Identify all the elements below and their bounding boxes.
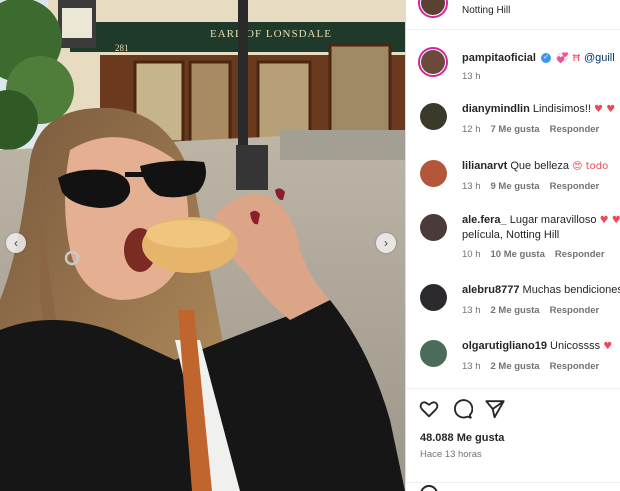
comment-item: alebru8777 Muchas bendiciones 13 h 2 Me g…	[406, 281, 620, 331]
comment-body: Que belleza	[510, 160, 570, 172]
comment-body: Lugar maravilloso	[509, 214, 597, 226]
comment-time: 13 h	[462, 305, 481, 316]
reply-button[interactable]: Responder	[550, 181, 600, 192]
comment-emoji: 😍 todo	[572, 161, 609, 172]
previous-photo-button[interactable]: ‹	[6, 233, 26, 253]
comment-item: dianymindlin Lindisimos!! ♥ ♥ 12 h 7 Me gu…	[406, 100, 620, 150]
comment-likes[interactable]: 10 Me gusta	[491, 249, 545, 260]
comment-username[interactable]: alebru8777	[462, 284, 519, 296]
photo-illustration: 281 EARL OF LONSDALE	[0, 0, 405, 491]
caption-line: pampitaoficial ✓ 💞 Ħ @guill	[462, 52, 615, 64]
comment-likes[interactable]: 9 Me gusta	[491, 181, 540, 192]
comment-likes[interactable]: 2 Me gusta	[491, 305, 540, 316]
action-bar: 48.088 Me gusta Hace 13 horas	[406, 388, 620, 491]
comment-time: 12 h	[462, 124, 481, 135]
comment-item: lilianarvt Que belleza 😍 todo 13 h 9 Me gu…	[406, 157, 620, 207]
commenter-avatar[interactable]	[420, 340, 447, 367]
location-link[interactable]: Notting Hill	[462, 5, 510, 16]
comment-emoji: ♥	[603, 341, 613, 352]
caption-emojis: 💞 Ħ	[556, 53, 581, 64]
commenter-avatar[interactable]	[420, 214, 447, 241]
comment-body: Muchas bendiciones	[522, 284, 620, 296]
pub-sign-number: 281	[115, 43, 129, 53]
comment-body: Lindisimos!!	[532, 103, 591, 115]
comment-meta: 13 h 2 Me gusta Responder	[462, 361, 609, 372]
comment-username[interactable]: ale.fera_	[462, 214, 507, 226]
comment-time: 13 h	[462, 361, 481, 372]
comment-meta: 13 h 9 Me gusta Responder	[462, 181, 609, 192]
comment-item: olgarutigliano19 Únicossss ♥ 13 h 2 Me gus…	[406, 337, 620, 387]
next-photo-button[interactable]: ›	[376, 233, 396, 253]
comment-username[interactable]: dianymindlin	[462, 103, 530, 115]
post-header: Notting Hill	[406, 0, 620, 30]
reply-button[interactable]: Responder	[550, 124, 600, 135]
comment-text: olgarutigliano19 Únicossss ♥	[462, 340, 620, 352]
comment-text: dianymindlin Lindisimos!! ♥ ♥	[462, 103, 620, 115]
heart-outline-icon[interactable]	[418, 398, 440, 420]
comment-meta: 12 h 7 Me gusta Responder	[462, 124, 609, 135]
comment-username[interactable]: lilianarvt	[462, 160, 507, 172]
reply-button[interactable]: Responder	[555, 249, 605, 260]
comment-time: 10 h	[462, 249, 481, 260]
caption-time: 13 h	[462, 71, 481, 82]
comment-text-continued: película, Notting Hill	[462, 229, 560, 241]
comment-emoji: ♥ ♥	[599, 215, 620, 226]
comment-bubble-icon[interactable]	[451, 398, 473, 420]
comment-text: alebru8777 Muchas bendiciones	[462, 284, 620, 296]
caption-username[interactable]: pampitaoficial	[462, 52, 536, 64]
author-avatar[interactable]	[418, 0, 448, 18]
caption-mention[interactable]: @guill	[584, 52, 615, 64]
posted-ago: Hace 13 horas	[420, 449, 482, 460]
paper-plane-icon[interactable]	[484, 398, 506, 420]
reply-button[interactable]: Responder	[550, 361, 600, 372]
comment-likes[interactable]: 2 Me gusta	[491, 361, 540, 372]
comment-emoji: ♥ ♥	[594, 104, 616, 115]
likes-count[interactable]: 48.088 Me gusta	[420, 432, 504, 444]
pub-sign-text: EARL OF LONSDALE	[210, 28, 332, 40]
caption-avatar[interactable]	[418, 47, 448, 77]
comment-text: ale.fera_ Lugar maravilloso ♥ ♥	[462, 214, 620, 226]
instagram-post-modal: 281 EARL OF LONSDALE ‹ › Notting Hill pa…	[0, 0, 620, 491]
reply-button[interactable]: Responder	[550, 305, 600, 316]
commenter-avatar[interactable]	[420, 103, 447, 130]
emoji-icon[interactable]	[420, 485, 438, 491]
comment-item: ale.fera_ Lugar maravilloso ♥ ♥ película,…	[406, 211, 620, 261]
comment-username[interactable]: olgarutigliano19	[462, 340, 547, 352]
post-side-panel: Notting Hill pampitaoficial ✓ 💞 Ħ @guill…	[405, 0, 620, 491]
commenter-avatar[interactable]	[420, 160, 447, 187]
comment-time: 13 h	[462, 181, 481, 192]
post-photo[interactable]: 281 EARL OF LONSDALE ‹ ›	[0, 0, 405, 491]
comment-likes[interactable]: 7 Me gusta	[491, 124, 540, 135]
commenter-avatar[interactable]	[420, 284, 447, 311]
comment-meta: 10 h 10 Me gusta Responder	[462, 249, 615, 260]
comment-body: Únicossss	[550, 340, 601, 352]
comment-text: lilianarvt Que belleza 😍 todo	[462, 160, 620, 172]
comment-meta: 13 h 2 Me gusta Responder	[462, 305, 609, 316]
add-comment-row	[406, 482, 620, 491]
verified-badge-icon: ✓	[541, 53, 552, 64]
